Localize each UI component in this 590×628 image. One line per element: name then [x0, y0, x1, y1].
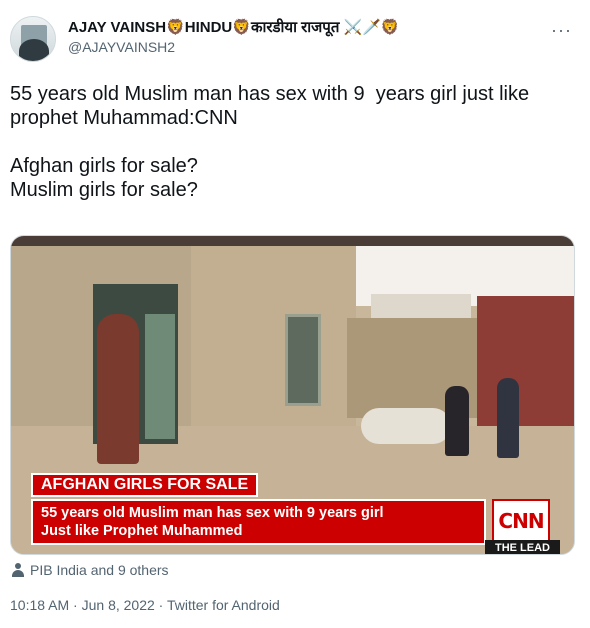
- author-names[interactable]: AJAY VAINSH🦁HINDU🦁कारडीया राजपूत ⚔️🗡️🦁 @…: [68, 18, 400, 57]
- cnn-logo-text: CNN: [498, 509, 544, 533]
- scene-person-walking: [445, 386, 469, 456]
- news-headline-line-1: 55 years old Muslim man has sex with 9 y…: [41, 505, 384, 521]
- meta-separator: ·: [158, 597, 164, 613]
- tweet-media-image[interactable]: AFGHAN GIRLS FOR SALE 55 years old Musli…: [10, 235, 575, 555]
- scene-door-panel: [145, 314, 175, 439]
- tagged-users-label[interactable]: PIB India and 9 others: [30, 562, 169, 578]
- cnn-logo: CNN: [492, 499, 550, 543]
- tweet-time[interactable]: 10:18 AM: [10, 597, 69, 613]
- tagged-users[interactable]: PIB India and 9 others: [12, 562, 169, 578]
- video-top-border: [11, 236, 574, 246]
- news-headline-line-2: Just like Prophet Muhammed: [41, 523, 243, 539]
- news-headline-row: 55 years old Muslim man has sex with 9 y…: [31, 499, 571, 545]
- scene-red-gate: [477, 296, 574, 428]
- more-options-icon[interactable]: ···: [551, 20, 572, 41]
- author-handle[interactable]: @AJAYVAINSH2: [68, 38, 400, 57]
- tweet-header: AJAY VAINSH🦁HINDU🦁कारडीया राजपूत ⚔️🗡️🦁 @…: [10, 14, 580, 64]
- tweet-date[interactable]: Jun 8, 2022: [82, 597, 155, 613]
- show-name-badge: THE LEAD: [485, 540, 560, 554]
- author-display-name[interactable]: AJAY VAINSH🦁HINDU🦁कारडीया राजपूत ⚔️🗡️🦁: [68, 18, 400, 37]
- news-banner-tag: AFGHAN GIRLS FOR SALE: [31, 473, 259, 497]
- scene-sacks: [361, 408, 451, 444]
- scene-person-walking-2: [497, 378, 519, 458]
- scene-window: [285, 314, 321, 406]
- news-lower-third: AFGHAN GIRLS FOR SALE 55 years old Musli…: [31, 473, 571, 545]
- avatar[interactable]: [10, 16, 56, 62]
- news-headline: 55 years old Muslim man has sex with 9 y…: [31, 499, 486, 545]
- meta-separator: ·: [73, 597, 78, 613]
- scene-person-doorway: [97, 314, 139, 464]
- tweet-text: 55 years old Muslim man has sex with 9 y…: [10, 83, 530, 201]
- person-icon: [12, 563, 24, 577]
- tweet-source[interactable]: Twitter for Android: [167, 597, 280, 613]
- tweet-meta: 10:18 AM · Jun 8, 2022 · Twitter for And…: [10, 597, 280, 613]
